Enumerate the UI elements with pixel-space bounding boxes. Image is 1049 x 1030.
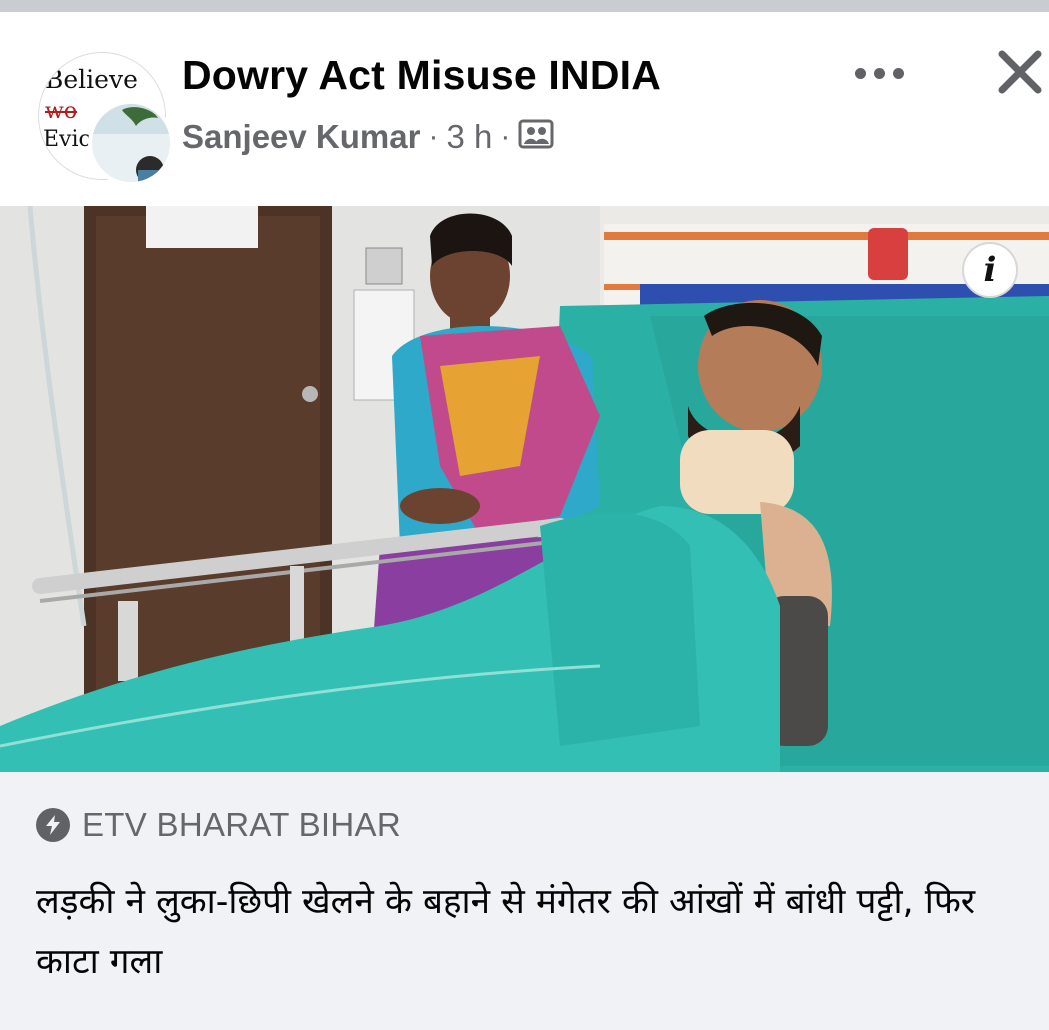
- meta-separator: ·: [500, 119, 511, 153]
- link-source-row: ETV BHARAT BIHAR: [36, 806, 401, 844]
- lightning-bolt-icon: [36, 808, 70, 842]
- group-name[interactable]: Dowry Act Misuse INDIA: [182, 52, 661, 99]
- user-avatar[interactable]: [88, 100, 174, 186]
- group-avatar-text-1: Believe: [45, 65, 138, 94]
- photo-info-button[interactable]: i: [962, 242, 1018, 298]
- post-meta: Sanjeev Kumar · 3 h ·: [182, 117, 554, 156]
- close-button[interactable]: [992, 44, 1048, 100]
- post-photo[interactable]: [0, 205, 1049, 772]
- more-options-button[interactable]: [848, 50, 910, 96]
- more-dots-icon: [854, 67, 866, 79]
- close-icon: [998, 50, 1042, 94]
- link-headline[interactable]: लड़की ने लुका-छिपी खेलने के बहाने से मंग…: [36, 872, 1026, 992]
- link-source: ETV BHARAT BIHAR: [82, 806, 401, 843]
- post-time[interactable]: 3 h: [446, 118, 492, 156]
- top-divider: [0, 0, 1049, 12]
- more-dots-icon: [873, 67, 885, 79]
- group-photo-icon: [518, 117, 554, 156]
- group-avatar-text-2: wo: [45, 99, 78, 124]
- more-dots-icon: [892, 67, 904, 79]
- meta-separator: ·: [428, 119, 439, 153]
- author-name[interactable]: Sanjeev Kumar: [182, 118, 420, 156]
- group-avatar-text-3: Evic: [43, 127, 91, 152]
